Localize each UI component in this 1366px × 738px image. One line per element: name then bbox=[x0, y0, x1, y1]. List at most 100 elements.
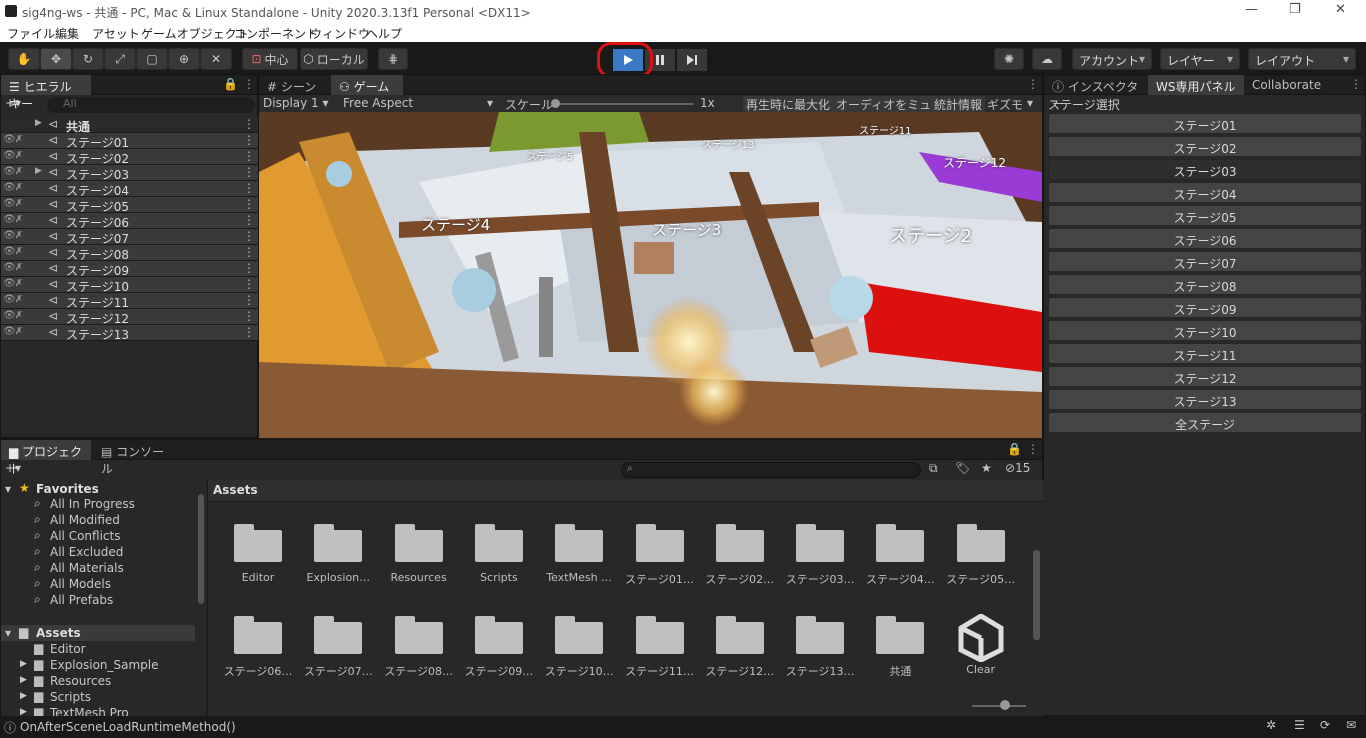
visibility-toggle-icon[interactable]: 👁✗ bbox=[3, 246, 23, 257]
stage-select-button[interactable]: ステージ10 bbox=[1048, 320, 1362, 341]
transform-tool-icon[interactable]: ⊕ bbox=[168, 48, 200, 70]
favorite-item[interactable]: All Modified bbox=[50, 513, 120, 527]
tree-scrollbar[interactable] bbox=[198, 494, 204, 604]
hierarchy-item[interactable]: 👁✗ ⊲ ステージ12 ⋮ bbox=[1, 309, 258, 326]
favorite-item[interactable]: All Materials bbox=[50, 561, 124, 575]
game-viewport[interactable]: ステージ4 ステージ3 ステージ2 ステージ5 ステージ13 ステージ11 ステ… bbox=[259, 112, 1042, 438]
item-menu-icon[interactable]: ⋮ bbox=[243, 293, 255, 307]
hierarchy-item[interactable]: 👁✗ ⊲ ステージ01 ⋮ bbox=[1, 133, 258, 150]
item-menu-icon[interactable]: ⋮ bbox=[243, 261, 255, 275]
lock-icon[interactable]: 🔒 bbox=[1007, 442, 1022, 456]
favorite-item[interactable]: All Prefabs bbox=[50, 593, 113, 607]
stage-select-button[interactable]: ステージ05 bbox=[1048, 205, 1362, 226]
layers-dropdown[interactable]: レイヤー bbox=[1160, 48, 1240, 70]
stage-select-button[interactable]: ステージ09 bbox=[1048, 297, 1362, 318]
hierarchy-item[interactable]: 👁✗ ⊲ ステージ10 ⋮ bbox=[1, 277, 258, 294]
tab-console[interactable]: ▤ コンソール bbox=[93, 440, 173, 476]
expand-icon[interactable]: ▶ bbox=[20, 675, 27, 685]
folder-icon[interactable] bbox=[474, 522, 523, 564]
favorite-item[interactable]: All Models bbox=[50, 577, 111, 591]
hierarchy-item[interactable]: 👁✗ ⊲ ステージ04 ⋮ bbox=[1, 181, 258, 198]
minimize-button[interactable]: — bbox=[1245, 2, 1258, 17]
item-menu-icon[interactable]: ⋮ bbox=[243, 165, 255, 179]
space-toggle[interactable]: ⬡ ローカル bbox=[300, 48, 368, 70]
breadcrumb[interactable]: Assets bbox=[213, 483, 258, 497]
folder-icon[interactable] bbox=[715, 614, 764, 656]
stage-select-button[interactable]: ステージ11 bbox=[1048, 343, 1362, 364]
custom-tool-icon[interactable]: ✕ bbox=[200, 48, 232, 70]
assets-root-row[interactable]: ▾ ▆ Assets bbox=[1, 625, 195, 641]
folder-icon[interactable] bbox=[635, 614, 684, 656]
menu-assets[interactable]: アセット bbox=[92, 25, 140, 42]
stage-select-button[interactable]: ステージ01 bbox=[1048, 113, 1362, 134]
item-menu-icon[interactable]: ⋮ bbox=[243, 149, 255, 163]
icon-size-slider[interactable] bbox=[972, 705, 1026, 707]
tab-inspector[interactable]: ⓘ インスペクター bbox=[1044, 75, 1148, 111]
folder-icon[interactable] bbox=[474, 614, 523, 656]
visibility-toggle-icon[interactable]: 👁✗ bbox=[3, 294, 23, 305]
visibility-toggle-icon[interactable]: 👁✗ bbox=[3, 182, 23, 193]
gizmos-toggle[interactable]: ギズモ bbox=[987, 96, 1023, 113]
tree-folder-item[interactable]: Editor bbox=[50, 642, 86, 656]
hierarchy-item[interactable]: ▶ ⊲ 共通 ⋮ bbox=[1, 117, 258, 134]
create-asset-button[interactable]: +▾ bbox=[5, 461, 21, 475]
item-menu-icon[interactable]: ⋮ bbox=[243, 181, 255, 195]
aspect-dropdown[interactable]: Free Aspect ▾ bbox=[343, 96, 499, 110]
panel-menu-icon[interactable]: ⋮ bbox=[243, 77, 255, 91]
scale-tool-icon[interactable]: ⤢ bbox=[104, 48, 136, 70]
auto-generate-icon[interactable]: ⟳ bbox=[1320, 718, 1330, 732]
menu-edit[interactable]: 編集 bbox=[55, 25, 79, 42]
visibility-toggle-icon[interactable]: 👁✗ bbox=[3, 326, 23, 337]
close-button[interactable]: ✕ bbox=[1335, 2, 1346, 17]
grid-snap-icon[interactable]: ⋕ bbox=[378, 48, 408, 70]
unity-scene-icon[interactable] bbox=[957, 613, 1005, 663]
folder-icon[interactable] bbox=[635, 522, 684, 564]
hierarchy-item[interactable]: 👁✗ ⊲ ステージ08 ⋮ bbox=[1, 245, 258, 262]
folder-icon[interactable] bbox=[394, 522, 443, 564]
folder-icon[interactable] bbox=[796, 522, 845, 564]
tab-hierarchy[interactable]: ☰ ヒエラルキー bbox=[1, 75, 91, 111]
filter-type-icon[interactable]: ⧉ bbox=[929, 461, 938, 476]
folder-icon[interactable] bbox=[234, 522, 282, 564]
hierarchy-item[interactable]: 👁✗ ⊲ ステージ05 ⋮ bbox=[1, 197, 258, 214]
panel-menu-icon[interactable]: ⋮ bbox=[1027, 77, 1039, 91]
stats-toggle[interactable]: 統計情報 bbox=[931, 96, 986, 113]
pivot-toggle[interactable]: ⊡ 中心 bbox=[242, 48, 298, 70]
hierarchy-item[interactable]: 👁✗ ⊲ ステージ09 ⋮ bbox=[1, 261, 258, 278]
hierarchy-item[interactable]: 👁✗ ⊲ ステージ06 ⋮ bbox=[1, 213, 258, 230]
visibility-toggle-icon[interactable]: 👁✗ bbox=[3, 166, 23, 177]
rotate-tool-icon[interactable]: ↻ bbox=[72, 48, 104, 70]
rect-tool-icon[interactable]: ▢ bbox=[136, 48, 168, 70]
stage-select-button[interactable]: ステージ08 bbox=[1048, 274, 1362, 295]
gizmos-dropdown-icon[interactable]: ▾ bbox=[1027, 96, 1033, 110]
visibility-toggle-icon[interactable]: 👁✗ bbox=[3, 262, 23, 273]
stage-select-button[interactable]: ステージ13 bbox=[1048, 389, 1362, 410]
stage-select-button[interactable]: ステージ02 bbox=[1048, 136, 1362, 157]
services-icon[interactable]: ✺ bbox=[994, 48, 1024, 70]
folder-icon[interactable] bbox=[715, 522, 764, 564]
stage-select-button[interactable]: ステージ04 bbox=[1048, 182, 1362, 203]
panel-menu-icon[interactable]: ⋮ bbox=[1027, 442, 1039, 456]
maximize-button[interactable]: ❐ bbox=[1289, 2, 1301, 17]
step-button[interactable] bbox=[677, 49, 707, 71]
move-tool-icon[interactable]: ✥ bbox=[40, 48, 72, 70]
menu-component[interactable]: コンポーネント bbox=[234, 25, 318, 42]
folder-icon[interactable] bbox=[234, 614, 282, 656]
stage-select-button[interactable]: 全ステージ bbox=[1048, 412, 1362, 433]
menu-help[interactable]: ヘルプ bbox=[366, 25, 402, 42]
item-menu-icon[interactable]: ⋮ bbox=[243, 277, 255, 291]
tree-folder-item[interactable]: Explosion_Sample bbox=[50, 658, 159, 672]
bug-icon[interactable]: ✲ bbox=[1266, 718, 1276, 732]
tab-project[interactable]: ▆ プロジェクト bbox=[1, 440, 91, 476]
notification-icon[interactable]: ✉ bbox=[1346, 718, 1356, 732]
tab-ws-panel[interactable]: WS専用パネル bbox=[1148, 75, 1244, 95]
menu-file[interactable]: ファイル bbox=[7, 25, 55, 42]
cache-icon[interactable]: ☰ bbox=[1294, 718, 1305, 732]
maximize-on-play-toggle[interactable]: 再生時に最大化 bbox=[743, 96, 834, 113]
favorite-item[interactable]: All Excluded bbox=[50, 545, 123, 559]
status-message[interactable]: OnAfterSceneLoadRuntimeMethod() bbox=[20, 720, 236, 734]
scale-slider-handle[interactable] bbox=[551, 99, 560, 108]
folder-icon[interactable] bbox=[555, 522, 604, 564]
icon-size-slider-handle[interactable] bbox=[1000, 700, 1010, 710]
tab-collaborate[interactable]: Collaborate bbox=[1244, 75, 1344, 95]
